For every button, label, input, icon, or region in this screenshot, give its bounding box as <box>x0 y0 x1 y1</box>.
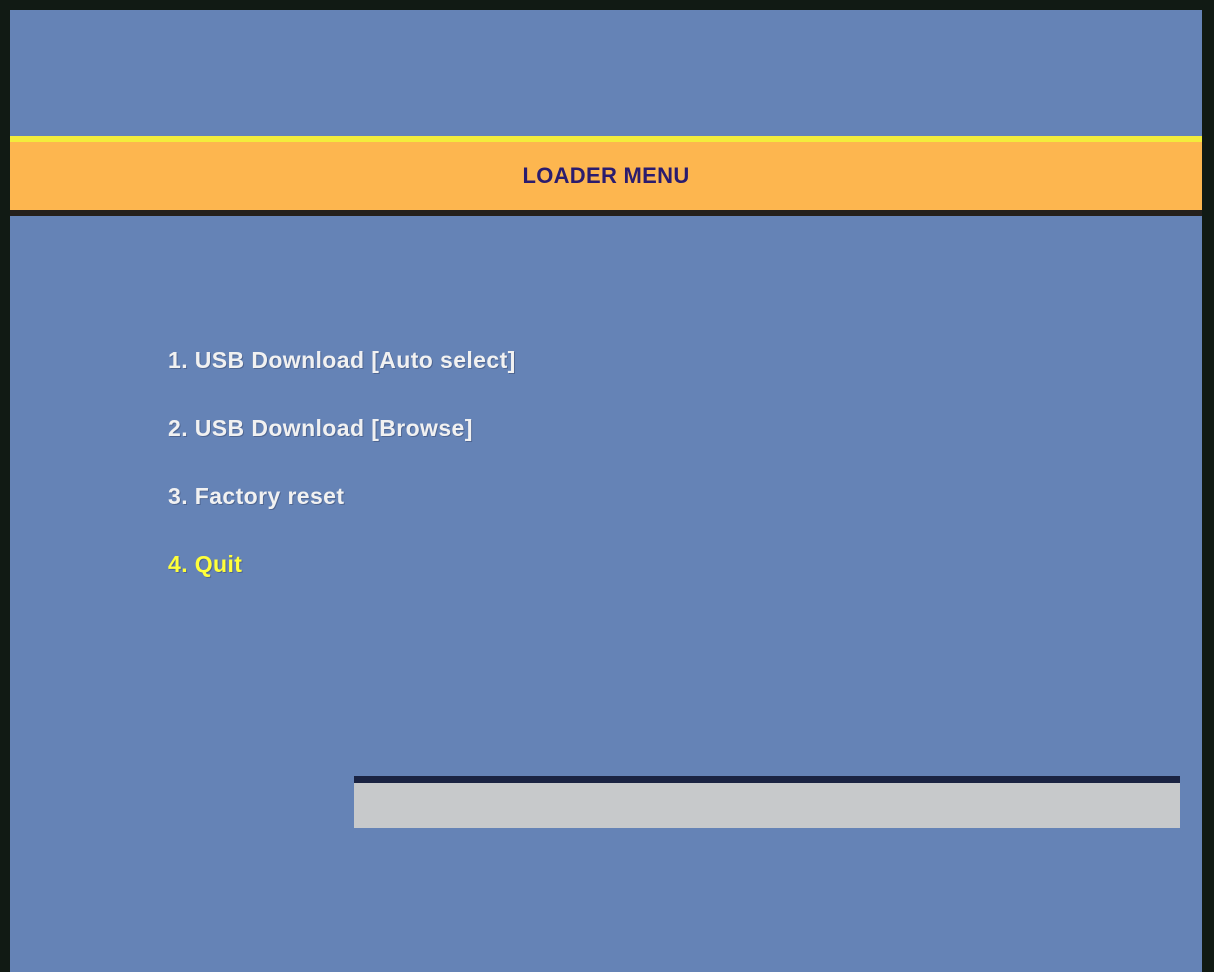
menu-item-factory-reset[interactable]: 3. Factory reset <box>168 476 516 544</box>
menu-item-usb-download-auto-select[interactable]: 1. USB Download [Auto select] <box>168 340 516 408</box>
title-bar: LOADER MENU <box>10 136 1202 216</box>
menu-item-usb-download-browse[interactable]: 2. USB Download [Browse] <box>168 408 516 476</box>
menu-item-quit[interactable]: 4. Quit <box>168 544 516 612</box>
page-title: LOADER MENU <box>522 163 690 188</box>
progress-bar <box>354 776 1180 828</box>
loader-menu: 1. USB Download [Auto select] 2. USB Dow… <box>168 340 516 612</box>
